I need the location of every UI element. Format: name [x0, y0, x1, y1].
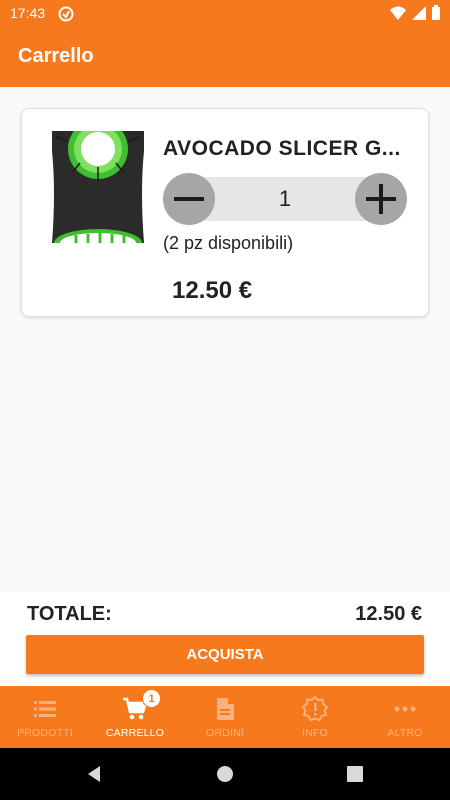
page-title: Carrello: [18, 45, 94, 67]
cart-item-card: AVOCADO SLICER G... 1 (2 pz disponibili)…: [21, 108, 429, 317]
minus-icon: [174, 197, 204, 201]
nav-item-prodotti[interactable]: PRODOTTI: [0, 686, 90, 748]
quantity-stepper: 1: [163, 173, 407, 225]
total-value: 12.50 €: [355, 603, 422, 625]
status-time: 17:43: [10, 5, 46, 21]
nav-label-prodotti: PRODOTTI: [17, 727, 73, 739]
alert-badge-icon: [302, 696, 328, 722]
cart-content: AVOCADO SLICER G... 1 (2 pz disponibili)…: [0, 87, 450, 592]
app-notification-icon: [58, 6, 74, 27]
cart-count-badge: 1: [142, 689, 161, 708]
recents-button[interactable]: [345, 764, 365, 784]
nav-label-info: INFO: [302, 727, 328, 739]
document-icon: [217, 698, 234, 720]
plus-icon: [366, 184, 396, 214]
nav-item-carrello[interactable]: CARRELLO: [90, 686, 180, 748]
decrease-quantity-button[interactable]: [163, 173, 215, 225]
nav-item-info[interactable]: INFO: [270, 686, 360, 748]
home-button[interactable]: [215, 764, 235, 784]
availability-text: (2 pz disponibili): [163, 233, 294, 253]
signal-icon: [412, 5, 426, 25]
quantity-value: 1: [278, 186, 292, 211]
product-image: [46, 119, 150, 257]
status-indicators: [390, 5, 440, 25]
battery-icon: [432, 5, 440, 25]
recents-square-icon: [347, 766, 363, 782]
product-name: AVOCADO SLICER G...: [163, 137, 401, 160]
home-circle-icon: [217, 766, 233, 782]
nav-label-ordini: ORDINI: [206, 727, 244, 739]
back-button[interactable]: [84, 764, 104, 784]
back-triangle-icon: [88, 766, 100, 782]
total-label: TOTALE:: [27, 603, 112, 625]
item-price: 12.50 €: [172, 277, 253, 304]
increase-quantity-button[interactable]: [355, 173, 407, 225]
list-icon: [34, 701, 56, 717]
nav-item-altro[interactable]: ALTRO: [360, 686, 450, 748]
buy-button[interactable]: ACQUISTA: [26, 635, 424, 674]
total-section: TOTALE: 12.50 € ACQUISTA: [0, 592, 450, 686]
nav-item-ordini[interactable]: ORDINI: [180, 686, 270, 748]
more-dots-icon: [394, 706, 416, 712]
nav-label-carrello: CARRELLO: [105, 727, 165, 739]
app-bar: Carrello: [0, 26, 450, 87]
wifi-icon: [390, 6, 406, 25]
system-nav-bar: [0, 748, 450, 800]
bottom-nav: PRODOTTI CARRELLO ORDINI INFO ALTRO 1: [0, 686, 450, 748]
nav-label-altro: ALTRO: [387, 727, 423, 739]
status-bar: 17:43: [0, 0, 450, 26]
